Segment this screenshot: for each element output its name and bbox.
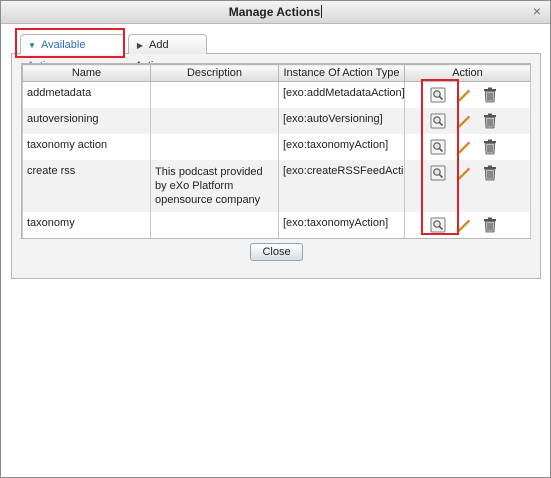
action-description <box>150 134 279 160</box>
close-icon[interactable]: × <box>530 4 544 18</box>
delete-trash-icon[interactable] <box>481 86 499 104</box>
action-name: create rss <box>22 160 151 212</box>
action-description: This podcast provided by eXo Platform op… <box>150 160 279 212</box>
action-instance-type: [exo:taxonomyAction] <box>278 134 405 160</box>
close-button[interactable]: Close <box>250 243 303 261</box>
delete-trash-icon[interactable] <box>481 112 499 130</box>
action-instance-type: [exo:createRSSFeedActio <box>278 160 405 212</box>
text-cursor <box>321 5 323 18</box>
action-description <box>150 108 279 134</box>
action-instance-type: [exo:taxonomyAction] <box>278 212 405 238</box>
manage-actions-dialog: Manage Actions × ▼Available Actions ▶Add… <box>0 0 551 478</box>
action-instance-type: [exo:autoVersioning] <box>278 108 405 134</box>
column-header-name: Name <box>22 64 151 82</box>
chevron-right-icon: ▶ <box>136 41 144 50</box>
delete-trash-icon[interactable] <box>481 138 499 156</box>
highlight-box-view-icons <box>421 79 459 235</box>
action-instance-type: [exo:addMetadataAction] <box>278 81 405 108</box>
column-header-description: Description <box>150 64 279 82</box>
dialog-title: Manage Actions <box>228 5 323 19</box>
delete-trash-icon[interactable] <box>481 164 499 182</box>
action-description <box>150 81 279 108</box>
action-description <box>150 212 279 238</box>
action-name: addmetadata <box>22 81 151 108</box>
dialog-titlebar[interactable]: Manage Actions × <box>1 1 550 24</box>
action-name: autoversioning <box>22 108 151 134</box>
column-header-instance-type: Instance Of Action Type <box>278 64 405 82</box>
action-name: taxonomy action <box>22 134 151 160</box>
action-name: taxonomy <box>22 212 151 238</box>
highlight-box-tab <box>15 28 125 58</box>
delete-trash-icon[interactable] <box>481 216 499 234</box>
tab-add-action[interactable]: ▶Add Action <box>128 34 207 72</box>
